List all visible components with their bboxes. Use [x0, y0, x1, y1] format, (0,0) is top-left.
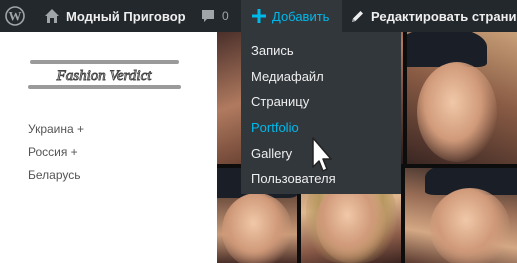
- plus-icon: [252, 9, 266, 23]
- sidebar-nav: Украина + Россия + Беларусь: [28, 118, 84, 187]
- wp-logo-menu[interactable]: W: [0, 0, 36, 32]
- edit-page-label: Редактировать страни: [371, 8, 517, 24]
- comments-link[interactable]: 0: [194, 0, 229, 32]
- menu-item-media[interactable]: Медиафайл: [241, 64, 401, 90]
- site-name-link[interactable]: Модный Приговор: [36, 0, 186, 32]
- pencil-icon: [350, 9, 365, 24]
- nav-item-russia[interactable]: Россия +: [28, 141, 84, 164]
- nav-item-ukraine[interactable]: Украина +: [28, 118, 84, 141]
- gallery-photo[interactable]: [407, 32, 517, 164]
- new-content-menu[interactable]: Добавить: [241, 0, 342, 32]
- admin-bar: W Модный Приговор 0 Добавить Редактирова…: [0, 0, 517, 32]
- new-content-label: Добавить: [272, 8, 330, 24]
- edit-page-link[interactable]: Редактировать страни: [342, 0, 516, 32]
- nav-item-belarus[interactable]: Беларусь: [28, 164, 84, 187]
- site-name: Модный Приговор: [66, 8, 186, 24]
- home-icon: [44, 8, 60, 24]
- logo-text: Fashion Verdict: [56, 68, 153, 84]
- comments-count: 0: [222, 9, 229, 23]
- comment-bubble-icon: [200, 8, 216, 24]
- gallery-photo[interactable]: [405, 168, 517, 263]
- svg-text:W: W: [9, 9, 22, 24]
- menu-item-post[interactable]: Запись: [241, 38, 401, 64]
- menu-item-page[interactable]: Страницу: [241, 89, 401, 115]
- site-logo[interactable]: Fashion Verdict: [28, 60, 181, 90]
- wordpress-logo-icon: W: [5, 6, 25, 26]
- mouse-cursor-icon: [311, 137, 335, 175]
